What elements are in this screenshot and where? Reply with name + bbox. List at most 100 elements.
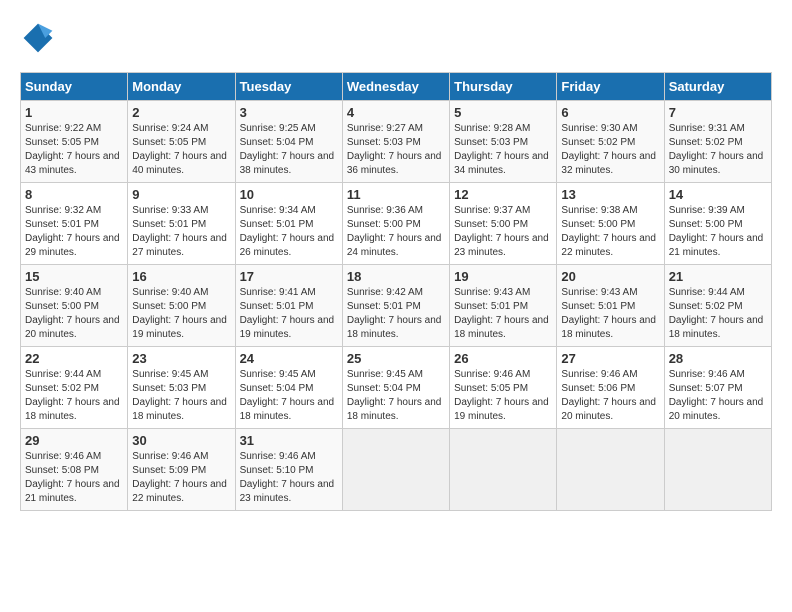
day-info: Sunrise: 9:46 AMSunset: 5:08 PMDaylight:…: [25, 450, 123, 506]
day-number: 24: [240, 351, 338, 366]
calendar-cell: 29 Sunrise: 9:46 AMSunset: 5:08 PMDayligh…: [21, 429, 128, 511]
calendar-cell: 11 Sunrise: 9:36 AMSunset: 5:00 PMDayligh…: [342, 183, 449, 265]
day-number: 27: [561, 351, 659, 366]
day-info: Sunrise: 9:42 AMSunset: 5:01 PMDaylight:…: [347, 286, 445, 342]
page-header: [20, 20, 772, 56]
day-info: Sunrise: 9:33 AMSunset: 5:01 PMDaylight:…: [132, 204, 230, 260]
calendar-cell: 7 Sunrise: 9:31 AMSunset: 5:02 PMDaylight…: [664, 101, 771, 183]
day-number: 22: [25, 351, 123, 366]
logo: [20, 20, 62, 56]
calendar-cell: 21 Sunrise: 9:44 AMSunset: 5:02 PMDayligh…: [664, 265, 771, 347]
day-info: Sunrise: 9:45 AMSunset: 5:04 PMDaylight:…: [347, 368, 445, 424]
day-number: 21: [669, 269, 767, 284]
day-info: Sunrise: 9:36 AMSunset: 5:00 PMDaylight:…: [347, 204, 445, 260]
calendar-cell: [557, 429, 664, 511]
col-header-tuesday: Tuesday: [235, 73, 342, 101]
calendar-cell: 1Sunrise: 9:22 AMSunset: 5:05 PMDaylight…: [21, 101, 128, 183]
calendar-week-2: 8 Sunrise: 9:32 AMSunset: 5:01 PMDaylight…: [21, 183, 772, 265]
calendar-cell: 3 Sunrise: 9:25 AMSunset: 5:04 PMDaylight…: [235, 101, 342, 183]
day-number: 3: [240, 105, 338, 120]
day-info: Sunrise: 9:44 AMSunset: 5:02 PMDaylight:…: [25, 368, 123, 424]
calendar-cell: 22 Sunrise: 9:44 AMSunset: 5:02 PMDayligh…: [21, 347, 128, 429]
day-number: 18: [347, 269, 445, 284]
calendar-week-5: 29 Sunrise: 9:46 AMSunset: 5:08 PMDayligh…: [21, 429, 772, 511]
day-info: Sunrise: 9:46 AMSunset: 5:06 PMDaylight:…: [561, 368, 659, 424]
day-number: 25: [347, 351, 445, 366]
day-info: Sunrise: 9:31 AMSunset: 5:02 PMDaylight:…: [669, 122, 767, 178]
calendar-cell: [342, 429, 449, 511]
day-info: Sunrise: 9:43 AMSunset: 5:01 PMDaylight:…: [454, 286, 552, 342]
day-info: Sunrise: 9:46 AMSunset: 5:09 PMDaylight:…: [132, 450, 230, 506]
calendar-cell: 17Sunrise: 9:41 AMSunset: 5:01 PMDayligh…: [235, 265, 342, 347]
day-number: 30: [132, 433, 230, 448]
day-info: Sunrise: 9:43 AMSunset: 5:01 PMDaylight:…: [561, 286, 659, 342]
day-info: Sunrise: 9:28 AMSunset: 5:03 PMDaylight:…: [454, 122, 552, 178]
calendar-cell: 23Sunrise: 9:45 AMSunset: 5:03 PMDayligh…: [128, 347, 235, 429]
col-header-thursday: Thursday: [450, 73, 557, 101]
day-number: 13: [561, 187, 659, 202]
day-info: Sunrise: 9:37 AMSunset: 5:00 PMDaylight:…: [454, 204, 552, 260]
calendar-cell: 8 Sunrise: 9:32 AMSunset: 5:01 PMDaylight…: [21, 183, 128, 265]
day-info: Sunrise: 9:40 AMSunset: 5:00 PMDaylight:…: [132, 286, 230, 342]
day-info: Sunrise: 9:32 AMSunset: 5:01 PMDaylight:…: [25, 204, 123, 260]
day-number: 11: [347, 187, 445, 202]
day-info: Sunrise: 9:46 AMSunset: 5:10 PMDaylight:…: [240, 450, 338, 506]
day-info: Sunrise: 9:24 AMSunset: 5:05 PMDaylight:…: [132, 122, 230, 178]
day-number: 7: [669, 105, 767, 120]
calendar-cell: [664, 429, 771, 511]
day-info: Sunrise: 9:27 AMSunset: 5:03 PMDaylight:…: [347, 122, 445, 178]
calendar-cell: 25 Sunrise: 9:45 AMSunset: 5:04 PMDayligh…: [342, 347, 449, 429]
col-header-monday: Monday: [128, 73, 235, 101]
day-number: 17: [240, 269, 338, 284]
day-info: Sunrise: 9:39 AMSunset: 5:00 PMDaylight:…: [669, 204, 767, 260]
day-number: 19: [454, 269, 552, 284]
calendar-cell: 30 Sunrise: 9:46 AMSunset: 5:09 PMDayligh…: [128, 429, 235, 511]
calendar-table: SundayMondayTuesdayWednesdayThursdayFrid…: [20, 72, 772, 511]
day-number: 1: [25, 105, 123, 120]
day-info: Sunrise: 9:44 AMSunset: 5:02 PMDaylight:…: [669, 286, 767, 342]
day-number: 26: [454, 351, 552, 366]
day-number: 5: [454, 105, 552, 120]
calendar-cell: 19 Sunrise: 9:43 AMSunset: 5:01 PMDayligh…: [450, 265, 557, 347]
day-number: 29: [25, 433, 123, 448]
day-info: Sunrise: 9:34 AMSunset: 5:01 PMDaylight:…: [240, 204, 338, 260]
day-number: 6: [561, 105, 659, 120]
day-number: 2: [132, 105, 230, 120]
calendar-cell: 24 Sunrise: 9:45 AMSunset: 5:04 PMDayligh…: [235, 347, 342, 429]
col-header-wednesday: Wednesday: [342, 73, 449, 101]
calendar-cell: 10 Sunrise: 9:34 AMSunset: 5:01 PMDayligh…: [235, 183, 342, 265]
calendar-cell: 18 Sunrise: 9:42 AMSunset: 5:01 PMDayligh…: [342, 265, 449, 347]
calendar-cell: 16Sunrise: 9:40 AMSunset: 5:00 PMDayligh…: [128, 265, 235, 347]
calendar-cell: 27 Sunrise: 9:46 AMSunset: 5:06 PMDayligh…: [557, 347, 664, 429]
day-number: 10: [240, 187, 338, 202]
day-info: Sunrise: 9:25 AMSunset: 5:04 PMDaylight:…: [240, 122, 338, 178]
calendar-cell: 28 Sunrise: 9:46 AMSunset: 5:07 PMDayligh…: [664, 347, 771, 429]
col-header-friday: Friday: [557, 73, 664, 101]
day-number: 4: [347, 105, 445, 120]
calendar-cell: 2 Sunrise: 9:24 AMSunset: 5:05 PMDaylight…: [128, 101, 235, 183]
day-info: Sunrise: 9:46 AMSunset: 5:07 PMDaylight:…: [669, 368, 767, 424]
day-number: 31: [240, 433, 338, 448]
day-number: 8: [25, 187, 123, 202]
day-number: 14: [669, 187, 767, 202]
day-info: Sunrise: 9:46 AMSunset: 5:05 PMDaylight:…: [454, 368, 552, 424]
day-number: 9: [132, 187, 230, 202]
calendar-week-1: 1Sunrise: 9:22 AMSunset: 5:05 PMDaylight…: [21, 101, 772, 183]
calendar-cell: 31 Sunrise: 9:46 AMSunset: 5:10 PMDayligh…: [235, 429, 342, 511]
calendar-cell: 5 Sunrise: 9:28 AMSunset: 5:03 PMDaylight…: [450, 101, 557, 183]
logo-icon: [20, 20, 56, 56]
day-number: 28: [669, 351, 767, 366]
day-info: Sunrise: 9:45 AMSunset: 5:04 PMDaylight:…: [240, 368, 338, 424]
day-number: 20: [561, 269, 659, 284]
calendar-cell: 15Sunrise: 9:40 AMSunset: 5:00 PMDayligh…: [21, 265, 128, 347]
day-info: Sunrise: 9:38 AMSunset: 5:00 PMDaylight:…: [561, 204, 659, 260]
calendar-cell: 26 Sunrise: 9:46 AMSunset: 5:05 PMDayligh…: [450, 347, 557, 429]
day-info: Sunrise: 9:45 AMSunset: 5:03 PMDaylight:…: [132, 368, 230, 424]
day-number: 12: [454, 187, 552, 202]
calendar-cell: 4 Sunrise: 9:27 AMSunset: 5:03 PMDaylight…: [342, 101, 449, 183]
calendar-cell: 12 Sunrise: 9:37 AMSunset: 5:00 PMDayligh…: [450, 183, 557, 265]
calendar-cell: 13 Sunrise: 9:38 AMSunset: 5:00 PMDayligh…: [557, 183, 664, 265]
calendar-cell: 14 Sunrise: 9:39 AMSunset: 5:00 PMDayligh…: [664, 183, 771, 265]
day-info: Sunrise: 9:30 AMSunset: 5:02 PMDaylight:…: [561, 122, 659, 178]
day-number: 15: [25, 269, 123, 284]
